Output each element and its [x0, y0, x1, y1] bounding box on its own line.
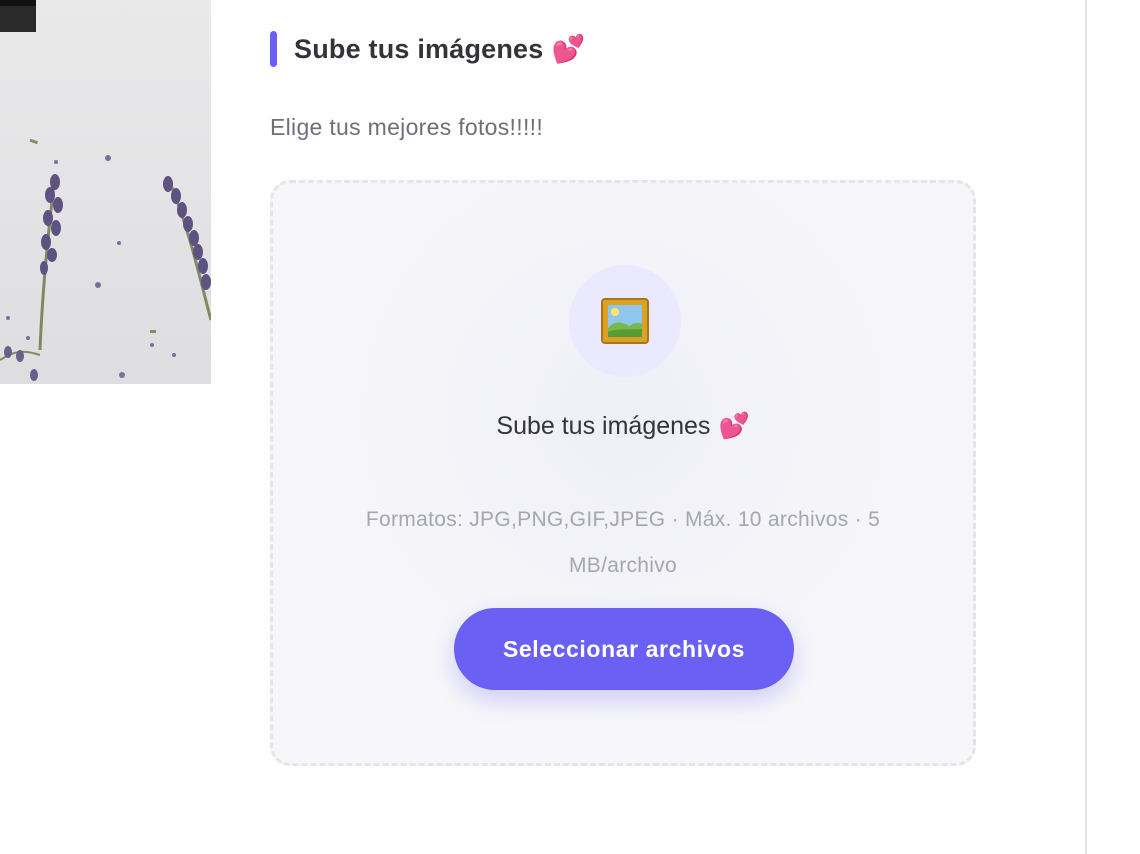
select-files-button[interactable]: Seleccionar archivos [454, 608, 794, 690]
section-header: Sube tus imágenes 💕 [270, 30, 585, 68]
two-hearts-icon: 💕 [551, 34, 586, 65]
lavender-photo [0, 0, 211, 384]
section-subtitle: Elige tus mejores fotos!!!!! [270, 114, 544, 140]
two-hearts-icon: 💕 [718, 411, 750, 440]
upload-dropzone[interactable]: Sube tus imágenes 💕 Formatos: JPG,PNG,GIF… [270, 180, 976, 766]
upload-title: Sube tus imágenes 💕 [273, 411, 973, 441]
upload-icon-circle [569, 265, 681, 377]
upload-formats-hint: Formatos: JPG,PNG,GIF,JPEG · Máx. 10 arc… [365, 508, 881, 577]
upload-title-text: Sube tus imágenes [496, 412, 711, 440]
section-title: Sube tus imágenes 💕 [294, 33, 585, 65]
framed-picture-icon [601, 298, 649, 344]
page: Sube tus imágenes 💕 Elige tus mejores fot… [0, 0, 1140, 854]
right-divider [1085, 0, 1087, 854]
section-title-text: Sube tus imágenes [294, 34, 544, 64]
accent-bar [270, 31, 277, 67]
